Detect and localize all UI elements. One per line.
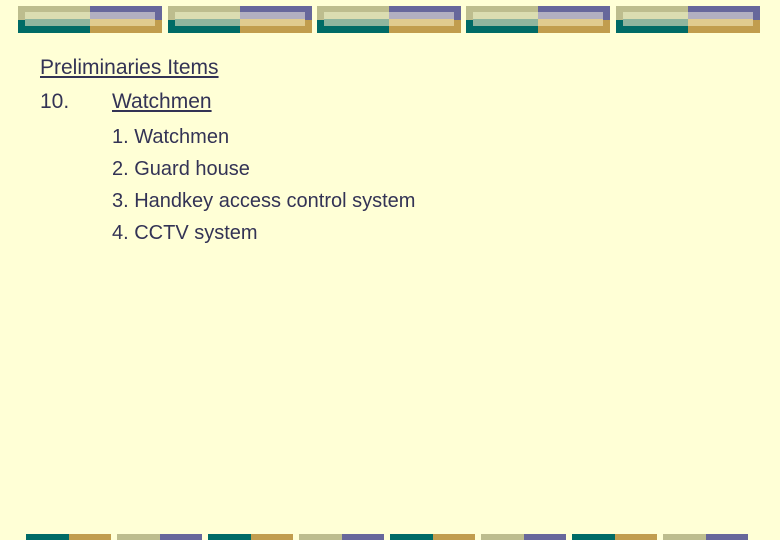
decor-block	[616, 6, 760, 33]
slide-title: Preliminaries Items	[40, 56, 219, 79]
list-item: 3. Handkey access control system	[112, 190, 416, 212]
decor-segment	[572, 534, 615, 540]
decor-segment	[390, 534, 433, 540]
decor-segment	[615, 534, 657, 540]
decor-segment	[117, 534, 160, 540]
decor-segment	[69, 534, 111, 540]
decor-segment	[251, 534, 293, 540]
section-heading: Watchmen	[112, 90, 212, 113]
decor-segment	[342, 534, 384, 540]
decor-block	[466, 6, 610, 33]
decor-segment	[299, 534, 342, 540]
item-list: 1. Watchmen 2. Guard house 3. Handkey ac…	[112, 125, 415, 253]
decor-segment	[481, 534, 524, 540]
decor-block	[317, 6, 461, 33]
decor-segment	[663, 534, 706, 540]
decor-block	[18, 6, 162, 33]
decor-segment	[160, 534, 202, 540]
decor-segment	[433, 534, 475, 540]
decor-block	[168, 6, 312, 33]
decor-segment	[208, 534, 251, 540]
list-item: 2. Guard house	[112, 158, 250, 180]
decor-segment	[524, 534, 566, 540]
section-number: 10.	[40, 90, 70, 113]
decor-segment	[706, 534, 748, 540]
list-item: 4. CCTV system	[112, 222, 258, 244]
decor-segment	[26, 534, 69, 540]
list-item: 1. Watchmen	[112, 126, 230, 148]
